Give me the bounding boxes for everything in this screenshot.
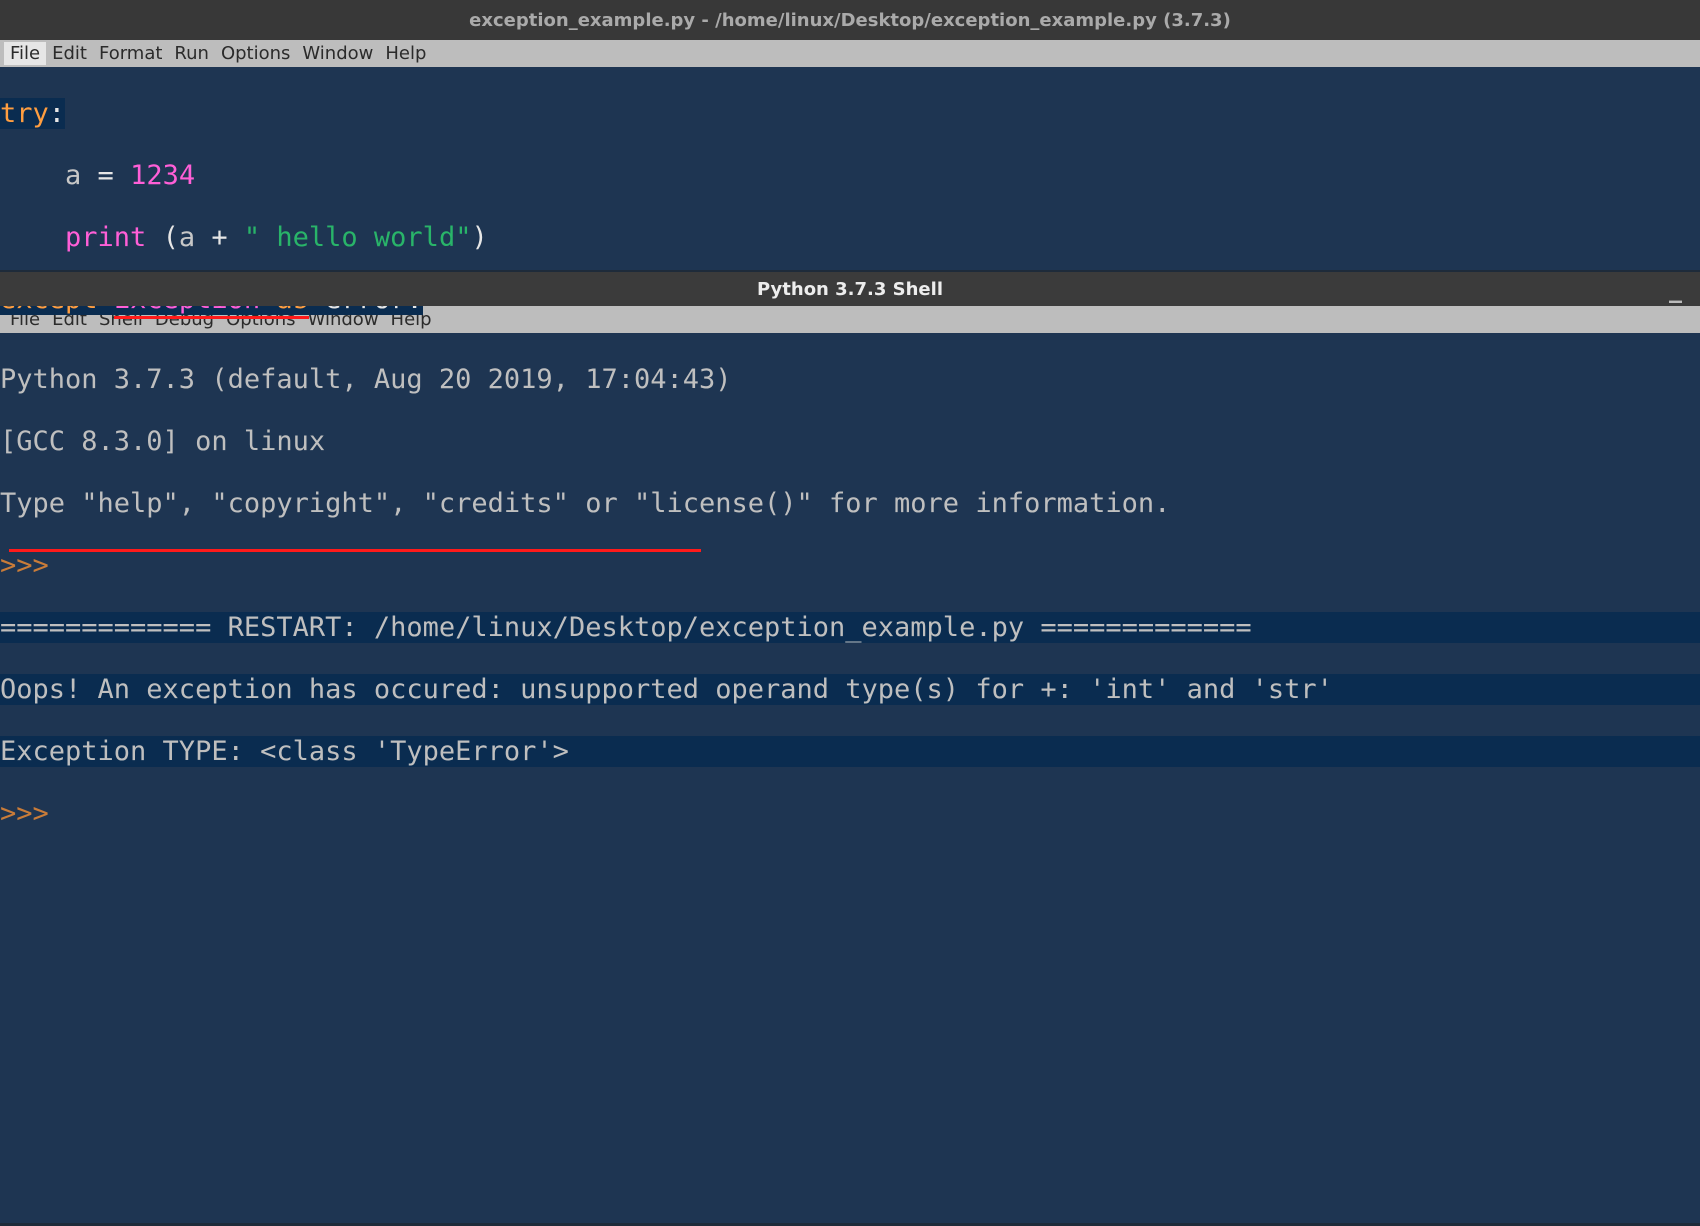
code-line-1[interactable]: try: bbox=[0, 98, 1700, 129]
code-editor[interactable]: try: a = 1234 print (a + " hello world")… bbox=[0, 67, 1700, 270]
indent bbox=[0, 160, 65, 191]
str-hello: " hello world" bbox=[244, 222, 472, 253]
shell-titlebar[interactable]: Python 3.7.3 Shell _ bbox=[0, 272, 1700, 306]
shell-output-1: Oops! An exception has occured: unsuppor… bbox=[0, 674, 1700, 705]
kw-try: try bbox=[0, 98, 49, 129]
shell-window: Python 3.7.3 Shell _ File Edit Shell Deb… bbox=[0, 272, 1700, 1223]
num-1234: 1234 bbox=[130, 160, 195, 191]
code-line-3[interactable]: print (a + " hello world") bbox=[0, 222, 1700, 253]
plus: + bbox=[195, 222, 244, 253]
minimize-button[interactable]: _ bbox=[1669, 284, 1682, 294]
shell-banner-2: [GCC 8.3.0] on linux bbox=[0, 426, 1700, 457]
prompt-chevrons: >>> bbox=[0, 798, 65, 829]
shell-title: Python 3.7.3 Shell bbox=[757, 279, 943, 300]
prompt-chevrons: >>> bbox=[0, 550, 65, 581]
editor-menubar: File Edit Format Run Options Window Help bbox=[0, 40, 1700, 67]
paren-open: ( bbox=[146, 222, 179, 253]
menu-file[interactable]: File bbox=[4, 42, 46, 65]
menu-window[interactable]: Window bbox=[296, 42, 379, 65]
indent bbox=[0, 222, 65, 253]
shell-banner-1: Python 3.7.3 (default, Aug 20 2019, 17:0… bbox=[0, 364, 1700, 395]
annotation-underline bbox=[9, 549, 701, 552]
shell-prompt-2[interactable]: >>> bbox=[0, 798, 1700, 829]
shell-banner-3: Type "help", "copyright", "credits" or "… bbox=[0, 488, 1700, 519]
shell-prompt-1[interactable]: >>> bbox=[0, 550, 1700, 581]
paren-close: ) bbox=[471, 222, 487, 253]
menu-format[interactable]: Format bbox=[93, 42, 168, 65]
var-a: a bbox=[65, 160, 81, 191]
var-a: a bbox=[179, 222, 195, 253]
menu-options[interactable]: Options bbox=[215, 42, 296, 65]
editor-titlebar[interactable]: exception_example.py - /home/linux/Deskt… bbox=[0, 0, 1700, 40]
shell-restart-line: ============= RESTART: /home/linux/Deskt… bbox=[0, 612, 1700, 643]
menu-run[interactable]: Run bbox=[168, 42, 215, 65]
eq: = bbox=[81, 160, 130, 191]
shell-output-2: Exception TYPE: <class 'TypeError'> bbox=[0, 736, 1700, 767]
shell-output[interactable]: Python 3.7.3 (default, Aug 20 2019, 17:0… bbox=[0, 333, 1700, 1223]
code-line-2[interactable]: a = 1234 bbox=[0, 160, 1700, 191]
fn-print: print bbox=[65, 222, 146, 253]
menu-edit[interactable]: Edit bbox=[46, 42, 93, 65]
editor-title: exception_example.py - /home/linux/Deskt… bbox=[469, 10, 1231, 31]
colon: : bbox=[49, 98, 65, 129]
menu-help[interactable]: Help bbox=[379, 42, 432, 65]
